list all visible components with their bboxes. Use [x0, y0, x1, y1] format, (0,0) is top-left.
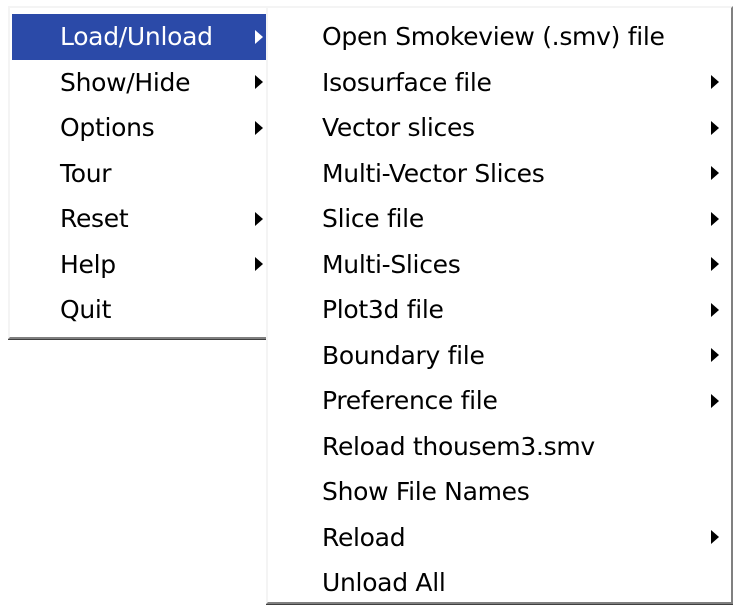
- menu-item-reload[interactable]: Reload: [268, 515, 731, 561]
- menu-item-label: Preference file: [322, 386, 498, 416]
- menu-item-show-hide[interactable]: Show/Hide: [12, 60, 271, 106]
- submenu-arrow-icon: [711, 393, 719, 408]
- load-unload-submenu: Open Smokeview (.smv) file Isosurface fi…: [266, 6, 733, 606]
- menu-item-slice-file[interactable]: Slice file: [268, 196, 731, 242]
- menu-item-label: Load/Unload: [60, 22, 213, 52]
- menu-item-label: Show File Names: [322, 477, 530, 507]
- menu-item-open-smokeview-file[interactable]: Open Smokeview (.smv) file: [268, 14, 731, 60]
- menu-item-label: Reset: [60, 204, 129, 234]
- submenu-arrow-icon: [711, 211, 719, 226]
- menu-item-multi-slices[interactable]: Multi-Slices: [268, 242, 731, 288]
- submenu-arrow-icon: [255, 75, 263, 90]
- menu-item-help[interactable]: Help: [12, 242, 271, 288]
- menu-item-label: Isosurface file: [322, 67, 492, 97]
- submenu-arrow-icon: [255, 257, 263, 272]
- menu-item-label: Multi-Vector Slices: [322, 158, 545, 188]
- menu-item-unload-all[interactable]: Unload All: [268, 560, 731, 606]
- submenu-arrow-icon: [711, 120, 719, 135]
- menu-item-show-file-names[interactable]: Show File Names: [268, 469, 731, 515]
- submenu-arrow-icon: [711, 302, 719, 317]
- menu-item-multi-vector-slices[interactable]: Multi-Vector Slices: [268, 151, 731, 197]
- menu-item-tour[interactable]: Tour: [12, 151, 271, 197]
- menu-item-label: Plot3d file: [322, 295, 444, 325]
- menu-item-vector-slices[interactable]: Vector slices: [268, 105, 731, 151]
- menu-item-label: Show/Hide: [60, 67, 191, 97]
- menu-item-plot3d-file[interactable]: Plot3d file: [268, 287, 731, 333]
- menu-item-reset[interactable]: Reset: [12, 196, 271, 242]
- submenu-arrow-icon: [255, 211, 263, 226]
- menu-item-label: Tour: [60, 158, 112, 188]
- menu-item-label: Reload: [322, 522, 406, 552]
- menu-item-label: Vector slices: [322, 113, 475, 143]
- menu-item-label: Options: [60, 113, 155, 143]
- submenu-arrow-icon: [711, 530, 719, 545]
- menu-item-quit[interactable]: Quit: [12, 287, 271, 333]
- menu-item-isosurface-file[interactable]: Isosurface file: [268, 60, 731, 106]
- menu-item-load-unload[interactable]: Load/Unload: [12, 14, 271, 60]
- menu-item-options[interactable]: Options: [12, 105, 271, 151]
- menu-item-label: Reload thousem3.smv: [322, 431, 595, 461]
- menu-item-boundary-file[interactable]: Boundary file: [268, 333, 731, 379]
- submenu-arrow-icon: [711, 166, 719, 181]
- menu-item-label: Boundary file: [322, 340, 485, 370]
- main-menu: Load/Unload Show/Hide Options Tour Reset…: [8, 6, 280, 340]
- menu-item-preference-file[interactable]: Preference file: [268, 378, 731, 424]
- submenu-arrow-icon: [255, 29, 263, 44]
- menu-item-label: Slice file: [322, 204, 424, 234]
- menu-item-label: Multi-Slices: [322, 249, 461, 279]
- menu-item-label: Unload All: [322, 568, 446, 598]
- menu-item-label: Help: [60, 249, 116, 279]
- submenu-arrow-icon: [711, 348, 719, 363]
- submenu-arrow-icon: [711, 75, 719, 90]
- submenu-arrow-icon: [255, 120, 263, 135]
- submenu-arrow-icon: [711, 257, 719, 272]
- menu-item-label: Quit: [60, 295, 112, 325]
- menu-item-reload-smv[interactable]: Reload thousem3.smv: [268, 424, 731, 470]
- menu-item-label: Open Smokeview (.smv) file: [322, 22, 665, 52]
